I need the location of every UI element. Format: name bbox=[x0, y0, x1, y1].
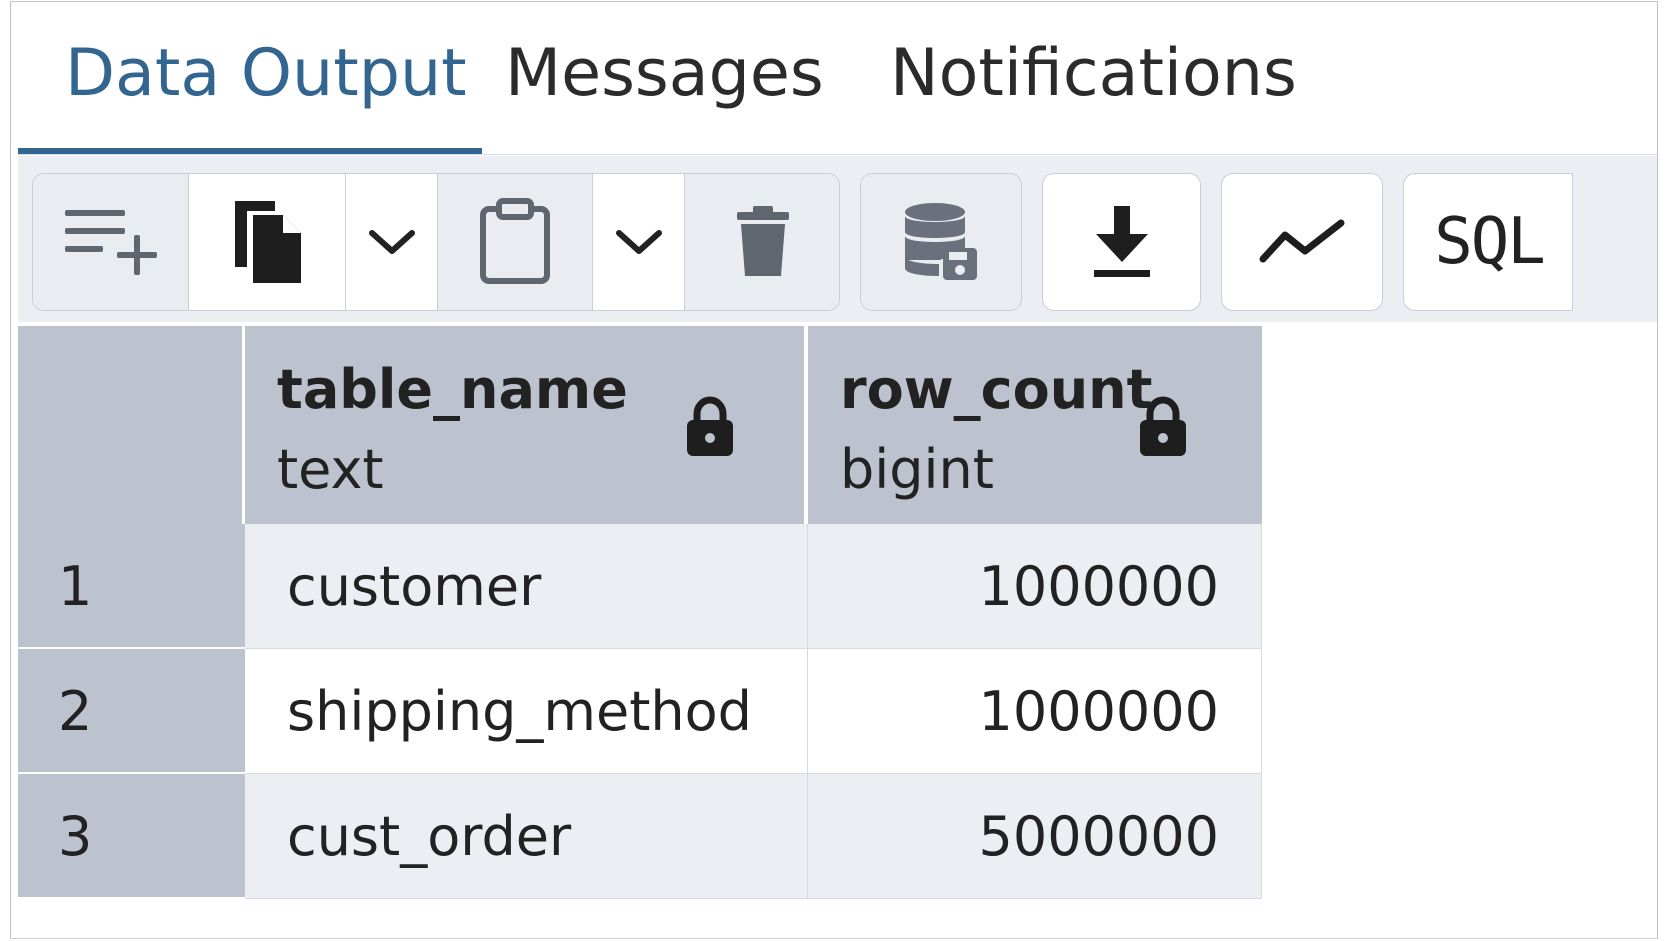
download-group bbox=[1042, 173, 1201, 311]
query-results-panel: Data Output Messages Notifications SQL t… bbox=[10, 1, 1658, 939]
results-tabs: Data Output Messages Notifications bbox=[18, 2, 1657, 155]
lock-icon bbox=[1140, 396, 1186, 456]
save-database-icon bbox=[905, 203, 977, 280]
column-name: row_count bbox=[840, 358, 1153, 421]
add-row-button[interactable] bbox=[33, 174, 188, 310]
cell-table-name[interactable]: customer bbox=[245, 524, 808, 649]
add-row-icon bbox=[64, 210, 157, 275]
row-number[interactable]: 3 bbox=[18, 774, 245, 899]
delete-button[interactable] bbox=[684, 174, 839, 310]
cell-row-count[interactable]: 5000000 bbox=[808, 774, 1262, 899]
copy-options-dropdown[interactable] bbox=[345, 174, 437, 310]
column-type: text bbox=[277, 438, 384, 501]
column-type: bigint bbox=[840, 438, 994, 501]
sql-group: SQL bbox=[1403, 173, 1573, 311]
edit-button-group bbox=[32, 173, 840, 311]
tab-notifications[interactable]: Notifications bbox=[890, 32, 1297, 116]
copy-button[interactable] bbox=[188, 174, 345, 310]
save-data-group bbox=[860, 173, 1022, 311]
sql-icon: SQL bbox=[1434, 205, 1546, 279]
sql-button[interactable]: SQL bbox=[1404, 174, 1572, 310]
trash-icon bbox=[737, 206, 789, 276]
chevron-down-icon bbox=[615, 230, 662, 254]
graph-group bbox=[1221, 173, 1383, 311]
row-number[interactable]: 1 bbox=[18, 524, 245, 649]
paste-button[interactable] bbox=[437, 174, 592, 310]
download-icon bbox=[1093, 206, 1150, 277]
save-data-button[interactable] bbox=[861, 174, 1021, 310]
paste-options-dropdown[interactable] bbox=[592, 174, 684, 310]
line-chart-icon bbox=[1259, 219, 1345, 263]
lock-icon bbox=[687, 396, 733, 456]
column-name: table_name bbox=[277, 358, 628, 421]
table-row: 3 cust_order 5000000 bbox=[18, 774, 1262, 899]
column-header-row-count[interactable]: row_count bigint bbox=[808, 326, 1262, 524]
row-number[interactable]: 2 bbox=[18, 649, 245, 774]
download-button[interactable] bbox=[1043, 174, 1200, 310]
chevron-down-icon bbox=[368, 230, 415, 254]
paste-icon bbox=[480, 198, 550, 284]
cell-table-name[interactable]: cust_order bbox=[245, 774, 808, 899]
active-tab-indicator bbox=[18, 148, 482, 154]
table-row: 2 shipping_method 1000000 bbox=[18, 649, 1262, 774]
column-header-table-name[interactable]: table_name text bbox=[245, 326, 805, 524]
results-toolbar: SQL bbox=[18, 156, 1657, 322]
cell-table-name[interactable]: shipping_method bbox=[245, 649, 808, 774]
tab-data-output[interactable]: Data Output bbox=[65, 32, 467, 116]
cell-row-count[interactable]: 1000000 bbox=[808, 524, 1262, 649]
row-number-header[interactable] bbox=[18, 326, 243, 524]
copy-icon bbox=[235, 201, 301, 283]
table-row: 1 customer 1000000 bbox=[18, 524, 1262, 649]
tab-messages[interactable]: Messages bbox=[505, 32, 824, 116]
grid-header-row: table_name text row_count bigint bbox=[18, 326, 1262, 524]
graph-visualiser-button[interactable] bbox=[1222, 174, 1382, 310]
cell-row-count[interactable]: 1000000 bbox=[808, 649, 1262, 774]
